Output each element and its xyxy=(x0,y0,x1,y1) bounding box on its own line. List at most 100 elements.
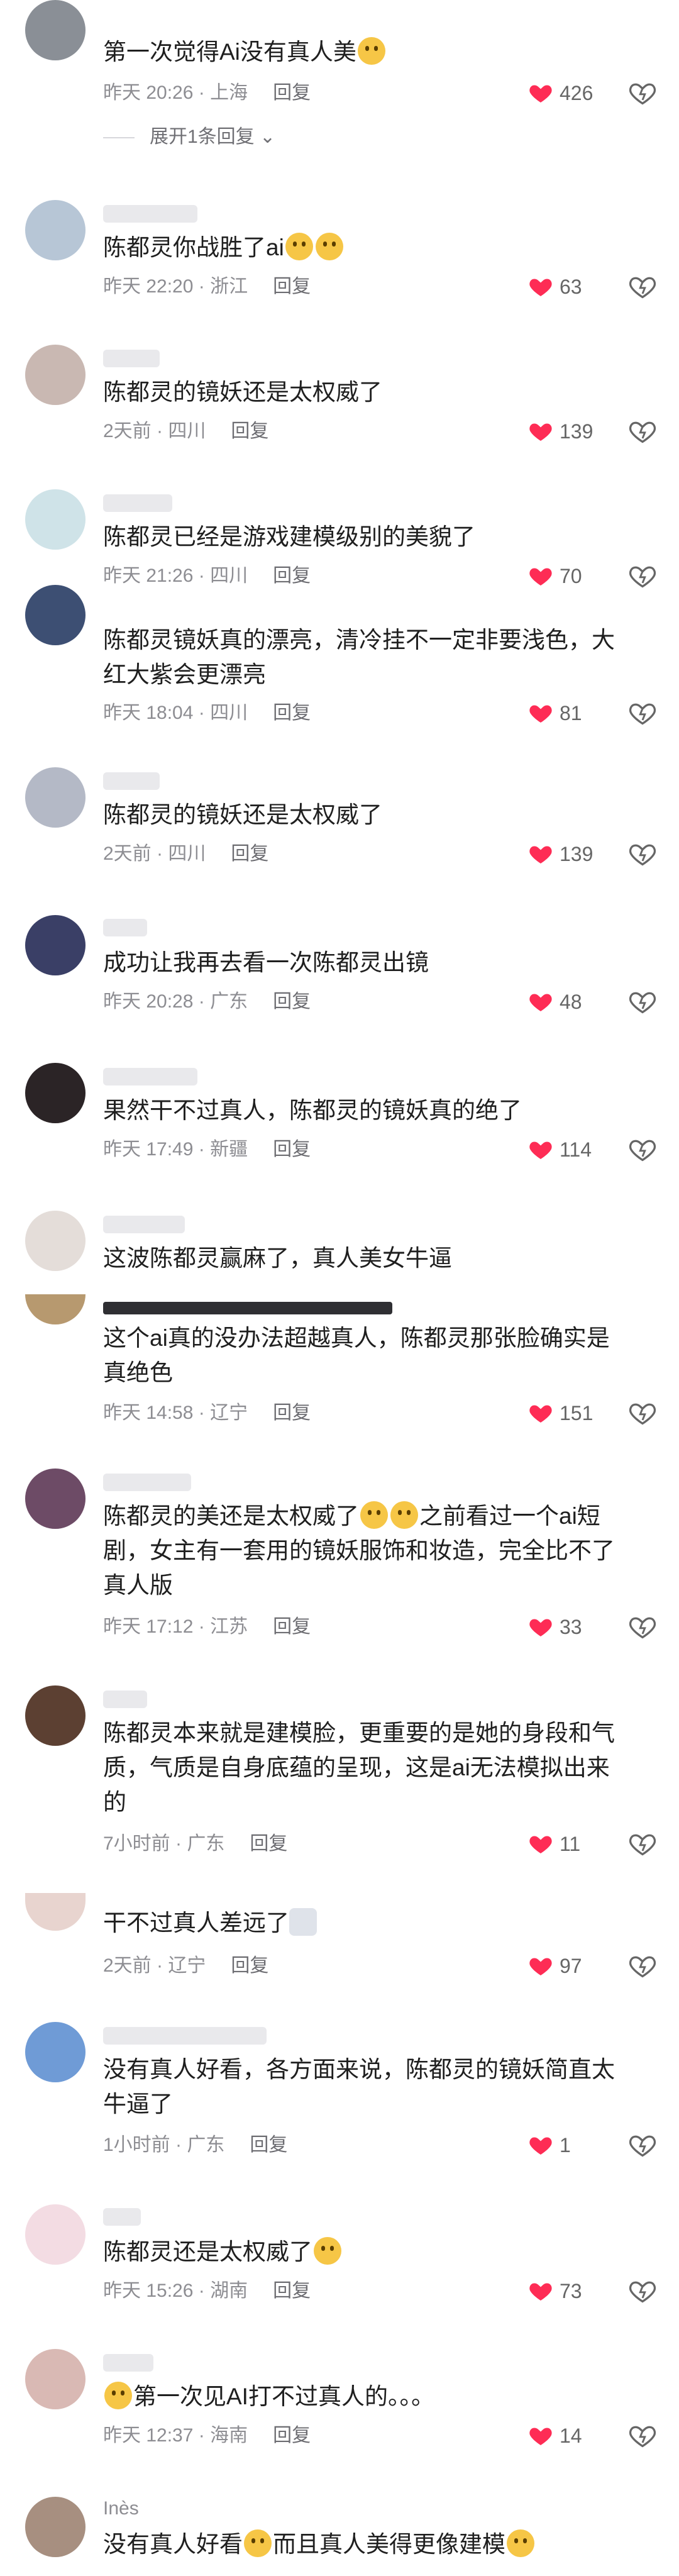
reply-button[interactable]: 回复 xyxy=(231,421,268,441)
comment-text: 干不过真人差远了 xyxy=(103,1906,631,1940)
username[interactable]: Inès xyxy=(103,2498,139,2519)
dislike-heart-icon[interactable] xyxy=(629,1952,656,1980)
reply-button[interactable]: 回复 xyxy=(231,843,268,864)
avatar[interactable] xyxy=(25,1468,86,1529)
like-button[interactable]: 139 xyxy=(528,418,604,445)
reply-button[interactable]: 回复 xyxy=(273,1616,311,1637)
comment-text: 陈都灵镜妖真的漂亮，清冷挂不一定非要浅色，大红大紫会更漂亮 xyxy=(103,627,615,687)
dislike-heart-icon[interactable] xyxy=(629,2277,656,2305)
comment-meta: 2天前 · 四川 回复 xyxy=(103,421,269,441)
reply-button[interactable]: 回复 xyxy=(273,82,311,103)
like-button[interactable]: 73 xyxy=(528,2277,604,2305)
dislike-heart-icon[interactable] xyxy=(629,1613,656,1641)
dislike-heart-icon[interactable] xyxy=(629,699,656,727)
like-button[interactable]: 70 xyxy=(528,562,604,590)
avatar[interactable] xyxy=(25,2497,86,2557)
like-button[interactable]: 139 xyxy=(528,840,604,868)
dislike-heart-icon[interactable] xyxy=(629,273,656,301)
like-button[interactable]: 114 xyxy=(528,1136,604,1163)
like-button[interactable]: 151 xyxy=(528,1399,604,1427)
dislike-heart-icon[interactable] xyxy=(629,988,656,1016)
username-blurred[interactable] xyxy=(103,1216,185,1233)
reply-button[interactable]: 回复 xyxy=(250,2135,287,2155)
avatar[interactable] xyxy=(25,0,86,60)
comment-meta: 昨天 20:26 · 上海 回复 xyxy=(103,82,311,103)
username-blurred[interactable] xyxy=(103,1690,147,1708)
like-button[interactable]: 48 xyxy=(528,988,604,1016)
username-blurred[interactable] xyxy=(103,919,147,936)
reply-button[interactable]: 回复 xyxy=(273,1139,311,1160)
like-count: 426 xyxy=(560,82,593,104)
comment-text: 这波陈都灵赢麻了，真人美女牛逼 xyxy=(103,1245,452,1271)
avatar[interactable] xyxy=(25,489,86,550)
comment-meta: 昨天 17:12 · 江苏 回复 xyxy=(103,1616,311,1637)
reply-button[interactable]: 回复 xyxy=(273,702,311,723)
dislike-heart-icon[interactable] xyxy=(629,2422,656,2450)
reply-button[interactable]: 回复 xyxy=(273,565,311,586)
yum-face-emoji-icon xyxy=(314,2237,341,2265)
cat-emoji-icon xyxy=(289,1908,317,1936)
like-button[interactable]: 1 xyxy=(528,2131,604,2159)
like-button[interactable]: 14 xyxy=(528,2422,604,2450)
avatar[interactable] xyxy=(25,585,86,645)
dislike-heart-icon[interactable] xyxy=(629,1399,656,1427)
username-blurred[interactable] xyxy=(103,2354,153,2372)
dislike-heart-icon[interactable] xyxy=(629,562,656,590)
comment-meta: 昨天 14:58 · 辽宁 回复 xyxy=(103,1402,311,1423)
expand-replies-button[interactable]: 展开1条回复 ⌄ xyxy=(103,125,275,150)
username-blurred[interactable] xyxy=(103,205,197,223)
reply-button[interactable]: 回复 xyxy=(273,2280,311,2301)
username-blurred[interactable] xyxy=(103,494,172,512)
timestamp: 昨天 20:26 xyxy=(103,82,194,103)
username-blurred[interactable] xyxy=(103,1474,191,1491)
like-button[interactable]: 426 xyxy=(528,79,604,107)
avatar[interactable] xyxy=(25,1294,86,1324)
like-button[interactable]: 11 xyxy=(528,1830,604,1858)
dislike-heart-icon[interactable] xyxy=(629,418,656,445)
comment-text: 没有真人好看，各方面来说，陈都灵的镜妖简直太牛逼了 xyxy=(103,2057,615,2117)
avatar[interactable] xyxy=(25,1893,86,1931)
avatar[interactable] xyxy=(25,767,86,828)
media-banner xyxy=(103,1302,392,1314)
dislike-heart-icon[interactable] xyxy=(629,1830,656,1858)
dislike-heart-icon[interactable] xyxy=(629,79,656,107)
thinking-face-emoji-icon xyxy=(390,1501,418,1529)
dislike-heart-icon[interactable] xyxy=(629,1136,656,1163)
avatar[interactable] xyxy=(25,915,86,975)
like-button[interactable]: 97 xyxy=(528,1952,604,1980)
reply-button[interactable]: 回复 xyxy=(273,276,311,297)
username-blurred[interactable] xyxy=(103,2208,141,2226)
avatar[interactable] xyxy=(25,2349,86,2409)
dislike-heart-icon[interactable] xyxy=(629,840,656,868)
comment-text: 没有真人好看 而且真人美得更像建模 xyxy=(103,2527,631,2562)
heart-icon xyxy=(529,85,552,103)
reply-button[interactable]: 回复 xyxy=(273,2425,311,2446)
username-blurred[interactable] xyxy=(103,772,160,790)
tears-of-joy-emoji-icon xyxy=(244,2529,272,2557)
reply-button[interactable]: 回复 xyxy=(273,991,311,1012)
heart-icon xyxy=(529,705,552,723)
avatar[interactable] xyxy=(25,2204,86,2265)
reply-button[interactable]: 回复 xyxy=(231,1955,268,1976)
username-blurred[interactable] xyxy=(103,2027,267,2045)
thinking-face-emoji-icon xyxy=(360,1501,388,1529)
comment-meta: 昨天 22:20 · 浙江 回复 xyxy=(103,276,311,297)
avatar[interactable] xyxy=(25,1685,86,1746)
like-button[interactable]: 63 xyxy=(528,273,604,301)
like-button[interactable]: 81 xyxy=(528,699,604,727)
avatar[interactable] xyxy=(25,2022,86,2082)
reply-button[interactable]: 回复 xyxy=(250,1833,287,1854)
username-blurred[interactable] xyxy=(103,350,160,367)
avatar[interactable] xyxy=(25,345,86,405)
reply-button[interactable]: 回复 xyxy=(273,1402,311,1423)
avatar[interactable] xyxy=(25,1063,86,1123)
dislike-heart-icon[interactable] xyxy=(629,2131,656,2159)
comment-meta: 昨天 15:26 · 湖南 回复 xyxy=(103,2280,311,2301)
comment-meta: 昨天 17:49 · 新疆 回复 xyxy=(103,1139,311,1160)
surprised-face-emoji-icon xyxy=(104,2382,132,2409)
avatar[interactable] xyxy=(25,1211,86,1271)
username-blurred[interactable] xyxy=(103,1068,197,1085)
avatar[interactable] xyxy=(25,200,86,260)
comment-text: 果然干不过真人，陈都灵的镜妖真的绝了 xyxy=(103,1097,522,1123)
like-button[interactable]: 33 xyxy=(528,1613,604,1641)
